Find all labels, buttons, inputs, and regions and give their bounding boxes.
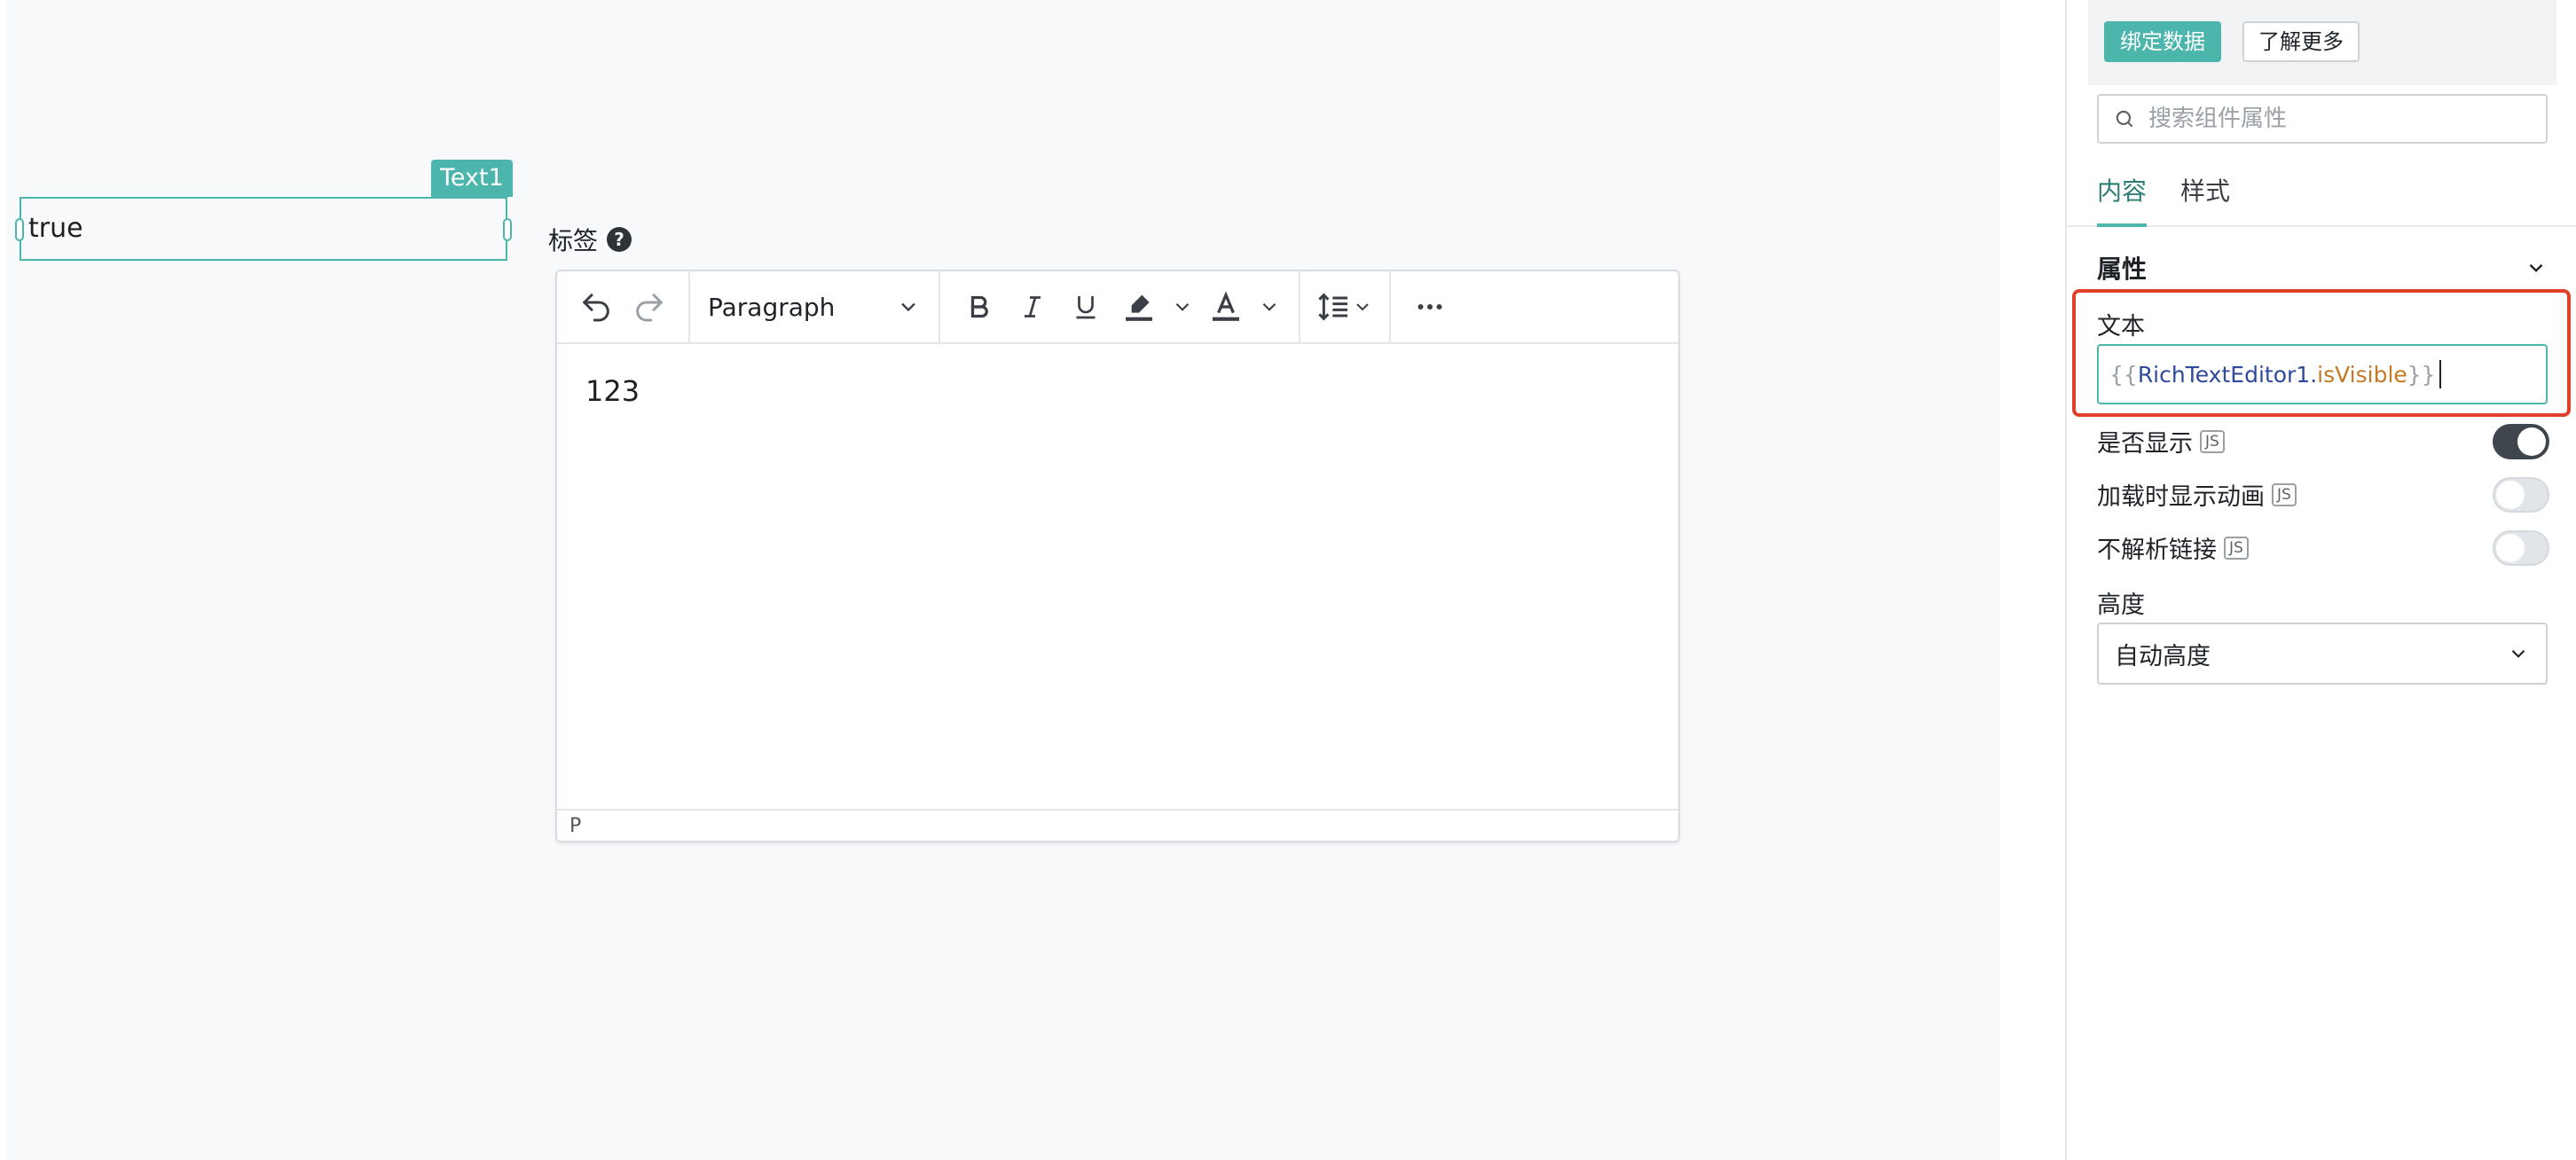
- visible-toggle-label: 是否显示 JS: [2097, 424, 2225, 459]
- js-badge[interactable]: JS: [2200, 429, 2225, 453]
- chevron-down-icon: [2529, 263, 2543, 272]
- animate-label-text: 加载时显示动画: [2097, 483, 2265, 511]
- height-label: 高度: [2097, 592, 2145, 619]
- visible-toggle[interactable]: [2493, 424, 2549, 459]
- resize-handle-left[interactable]: [15, 218, 24, 241]
- bind-data-button[interactable]: 绑定数据: [2104, 21, 2221, 62]
- underline-icon[interactable]: [1063, 284, 1109, 330]
- toggle-knob: [2496, 481, 2525, 509]
- tab-content[interactable]: 内容: [2097, 172, 2148, 227]
- property-panel: 绑定数据 了解更多 内容 样式 属性 文本 {{RichTextEditor1.…: [2065, 0, 2576, 1160]
- panel-tabs: 内容 样式: [2067, 169, 2576, 227]
- canvas[interactable]: Text1 true 标签 ? Paragraph 123 P: [7, 0, 1999, 1160]
- redo-icon[interactable]: [626, 284, 672, 330]
- editor-status-path: P: [557, 809, 1678, 841]
- text-field-label: 文本: [2097, 313, 2145, 341]
- text-binding-input[interactable]: {{RichTextEditor1. isVisible}}: [2097, 344, 2548, 404]
- resize-handle-right[interactable]: [503, 218, 512, 241]
- section-title: 属性: [2097, 255, 2148, 284]
- binding-property: isVisible: [2317, 361, 2407, 388]
- no-link-parse-toggle[interactable]: [2493, 530, 2549, 566]
- undo-icon[interactable]: [573, 284, 619, 330]
- highlight-color-icon[interactable]: [1116, 284, 1162, 330]
- animate-toggle[interactable]: [2493, 477, 2549, 513]
- paragraph-select-value: Paragraph: [708, 292, 836, 322]
- text-widget-value: true: [28, 213, 83, 244]
- search-input[interactable]: [2147, 105, 2505, 133]
- no-link-parse-toggle-label: 不解析链接 JS: [2097, 530, 2249, 565]
- text-color-icon[interactable]: [1203, 284, 1249, 330]
- rte-label: 标签 ?: [548, 222, 632, 257]
- editor-toolbar: Paragraph: [557, 271, 1678, 344]
- binding-dot: .: [2310, 361, 2318, 388]
- property-search[interactable]: [2097, 94, 2548, 144]
- editor-content[interactable]: 123: [585, 374, 640, 408]
- close-brace: }}: [2407, 361, 2436, 388]
- more-group: [1391, 271, 1469, 342]
- chevron-down-icon: [2511, 649, 2525, 658]
- animate-toggle-label: 加载时显示动画 JS: [2097, 477, 2297, 512]
- height-select[interactable]: 自动高度: [2097, 623, 2548, 685]
- text-color-dropdown-chevron-icon[interactable]: [1256, 284, 1283, 330]
- text-caret: [2439, 360, 2441, 388]
- toggle-knob: [2517, 427, 2546, 456]
- tab-style[interactable]: 样式: [2180, 172, 2230, 223]
- rich-text-editor[interactable]: Paragraph 123 P: [555, 270, 1680, 843]
- history-group: [557, 271, 690, 342]
- chevron-down-icon: [901, 302, 915, 312]
- learn-more-button[interactable]: 了解更多: [2242, 21, 2360, 62]
- line-height-icon[interactable]: [1316, 284, 1373, 330]
- highlight-dropdown-chevron-icon[interactable]: [1169, 284, 1196, 330]
- rte-label-text: 标签: [548, 226, 599, 255]
- js-badge[interactable]: JS: [2224, 536, 2249, 560]
- visible-label-text: 是否显示: [2097, 430, 2193, 458]
- line-height-group: [1300, 271, 1391, 342]
- help-icon[interactable]: ?: [607, 227, 632, 252]
- toggle-knob: [2496, 534, 2525, 562]
- text-widget[interactable]: true: [15, 197, 512, 261]
- js-badge[interactable]: JS: [2272, 482, 2297, 506]
- search-icon: [2116, 110, 2133, 128]
- binding-object: RichTextEditor1: [2137, 361, 2311, 388]
- inline-format-group: [940, 271, 1300, 342]
- no-link-parse-label-text: 不解析链接: [2097, 537, 2217, 564]
- paragraph-select[interactable]: Paragraph: [703, 293, 926, 322]
- block-format-group: Paragraph: [690, 271, 940, 342]
- italic-icon[interactable]: [1009, 284, 1056, 330]
- open-brace: {{: [2109, 361, 2138, 388]
- widget-name-tag[interactable]: Text1: [431, 160, 513, 197]
- properties-section-header[interactable]: 属性: [2097, 250, 2548, 286]
- more-options-icon[interactable]: [1407, 284, 1453, 330]
- height-select-value: 自动高度: [2115, 642, 2211, 670]
- bold-icon[interactable]: [956, 284, 1002, 330]
